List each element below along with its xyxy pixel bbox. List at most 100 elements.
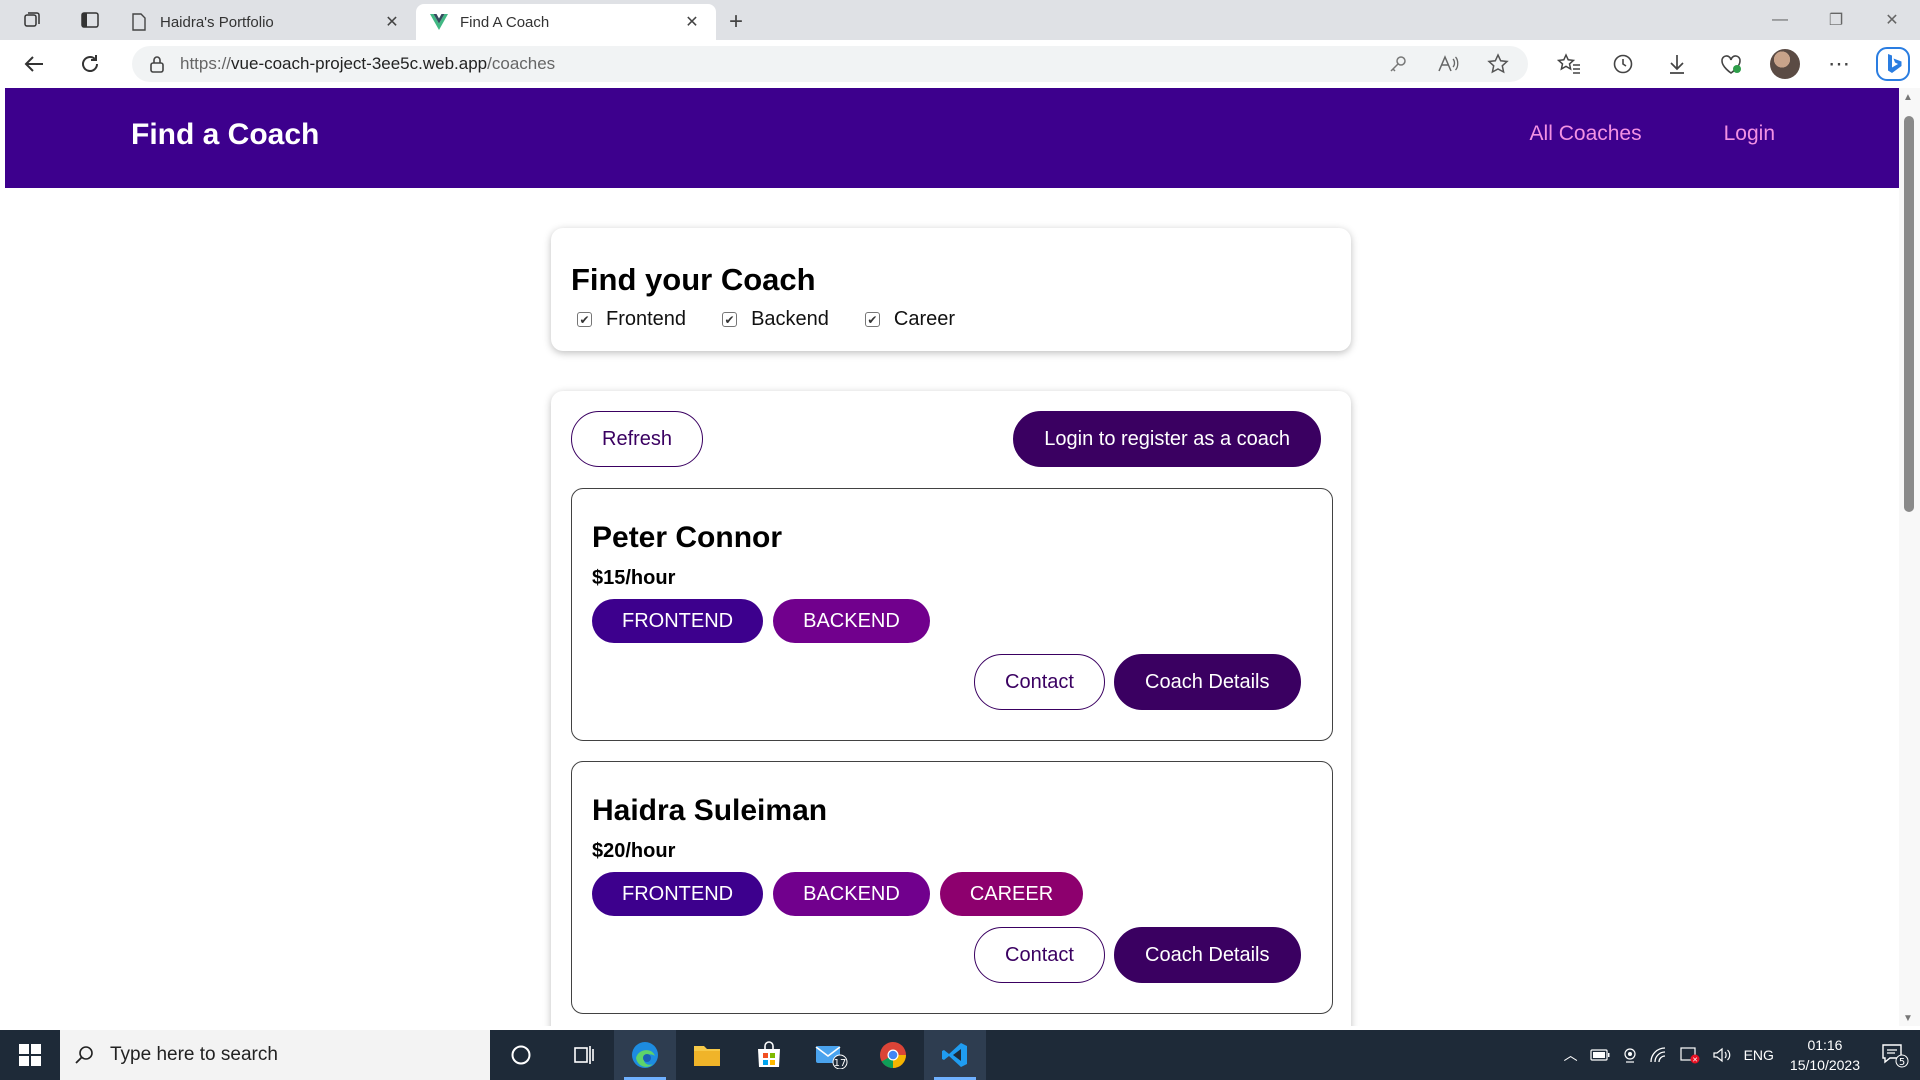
tab-title: Find A Coach [460,13,550,31]
area-badge-backend: BACKEND [773,599,930,643]
coach-details-button[interactable]: Coach Details [1114,654,1301,710]
clock-date: 15/10/2023 [1789,1057,1860,1073]
bing-copilot-icon[interactable] [1866,40,1920,88]
contact-button[interactable]: Contact [974,927,1105,983]
area-badge-career: CAREER [939,872,1084,916]
wifi-icon[interactable] [1644,1047,1674,1063]
nav-all-coaches[interactable]: All Coaches [1530,122,1642,146]
close-window-icon[interactable]: ✕ [1864,0,1920,40]
area-badge-frontend: FRONTEND [592,599,764,643]
microsoft-store-icon[interactable] [738,1030,800,1080]
minimize-icon[interactable]: — [1752,0,1808,40]
coach-rate: $20/hour [592,840,676,862]
close-tab-icon[interactable]: ✕ [682,12,702,32]
taskbar-search[interactable]: Type here to search [60,1030,490,1080]
coach-name: Haidra Suleiman [592,794,828,827]
windows-taskbar: Type here to search 17 ︿ ✕ ENG 01:16 15/… [0,1030,1920,1080]
webcam-icon[interactable] [1616,1047,1644,1063]
read-aloud-icon[interactable] [1432,55,1464,73]
filter-career[interactable]: ✔ Career [859,308,955,331]
browser-essentials-icon[interactable] [1704,40,1758,88]
coach-item: Peter Connor $15/hour FRONTEND BACKEND C… [571,488,1333,741]
coach-details-button[interactable]: Coach Details [1114,927,1301,983]
refresh-button[interactable]: Refresh [571,411,704,467]
page-viewport: Find a Coach All Coaches Login Find your… [5,88,1899,1026]
filter-label: Frontend [606,308,687,330]
clock-time: 01:16 [1807,1037,1843,1053]
battery-icon[interactable] [1584,1049,1616,1061]
restore-icon[interactable]: ❐ [1808,0,1864,40]
chrome-icon[interactable] [862,1030,924,1080]
edge-browser-icon[interactable] [614,1030,676,1080]
refresh-icon[interactable] [62,40,118,88]
scroll-down-icon[interactable]: ▼ [1903,1013,1913,1024]
back-arrow-icon[interactable] [6,40,62,88]
filter-options: ✔ Frontend ✔ Backend ✔ Career [571,308,1331,331]
system-tray: ︿ ✕ ENG 01:16 15/10/2023 5 [1558,1030,1920,1080]
filter-frontend[interactable]: ✔ Frontend [571,308,686,331]
notification-count: 5 [1899,1057,1905,1068]
new-tab-icon[interactable]: + [716,4,756,40]
task-view-icon[interactable] [552,1030,614,1080]
mail-icon[interactable]: 17 [800,1030,862,1080]
login-to-register-button[interactable]: Login to register as a coach [1013,411,1321,467]
nav-login[interactable]: Login [1724,122,1775,146]
more-menu-icon[interactable]: ⋯ [1812,40,1866,88]
filter-label: Backend [751,308,829,330]
url-bar[interactable]: https://vue-coach-project-3ee5c.web.app/… [132,46,1528,82]
svg-text:✕: ✕ [1692,1056,1698,1064]
tab-actions-icon[interactable] [64,0,116,40]
scrollbar-thumb[interactable] [1904,116,1914,512]
filter-heading: Find your Coach [571,262,816,297]
taskbar-clock[interactable]: 01:16 15/10/2023 [1780,1035,1870,1075]
downloads-icon[interactable] [1650,40,1704,88]
close-tab-icon[interactable]: ✕ [382,12,402,32]
key-icon[interactable] [1382,55,1414,73]
security-alert-icon[interactable]: ✕ [1674,1046,1706,1064]
filter-label: Career [893,308,956,330]
career-checkbox[interactable]: ✔ [864,312,880,327]
filter-backend[interactable]: ✔ Backend [716,308,829,331]
page-scrollbar[interactable]: ▲ ▼ [1899,88,1920,1026]
workspaces-icon[interactable] [0,0,64,40]
frontend-checkbox[interactable]: ✔ [577,312,592,327]
notification-center-icon[interactable]: 5 [1870,1030,1920,1080]
coach-name: Peter Connor [592,521,783,554]
page-icon [130,13,148,31]
coach-item: Haidra Suleiman $20/hour FRONTEND BACKEN… [571,761,1333,1014]
area-badge-frontend: FRONTEND [592,872,764,916]
file-explorer-icon[interactable] [676,1030,738,1080]
site-nav: All Coaches Login [1530,122,1775,146]
coach-rate: $15/hour [592,567,676,589]
scroll-up-icon[interactable]: ▲ [1903,92,1913,103]
coach-areas: FRONTEND BACKEND [592,599,930,643]
coach-areas: FRONTEND BACKEND CAREER [592,872,1084,916]
vscode-icon[interactable] [924,1030,986,1080]
favorites-icon[interactable] [1542,40,1596,88]
url-text: https://vue-coach-project-3ee5c.web.app/… [180,54,556,73]
contact-button[interactable]: Contact [974,654,1105,710]
mail-badge: 17 [834,1058,847,1069]
site-title-link[interactable]: Find a Coach [131,118,319,152]
profile-avatar[interactable] [1758,40,1812,88]
tab-portfolio[interactable]: Haidra's Portfolio ✕ [116,4,416,40]
backend-checkbox[interactable]: ✔ [722,312,738,327]
lock-icon[interactable] [146,53,168,75]
favorite-star-icon[interactable] [1482,53,1514,75]
coach-list-card: Refresh Login to register as a coach Pet… [551,391,1351,1026]
history-icon[interactable] [1596,40,1650,88]
coach-filter-card: Find your Coach ✔ Frontend ✔ Backend ✔ C… [551,228,1351,351]
search-placeholder: Type here to search [110,1044,278,1065]
browser-address-bar: https://vue-coach-project-3ee5c.web.app/… [0,40,1920,88]
windows-start-icon[interactable] [0,1030,60,1080]
site-header: Find a Coach All Coaches Login [5,88,1899,188]
tab-title: Haidra's Portfolio [160,13,274,31]
volume-icon[interactable] [1706,1047,1738,1063]
tab-find-a-coach[interactable]: Find A Coach ✕ [416,4,716,40]
browser-tab-bar: Haidra's Portfolio ✕ Find A Coach ✕ + — … [0,0,1920,40]
cortana-icon[interactable] [490,1030,552,1080]
vue-logo-icon [430,13,448,31]
search-icon [74,1045,94,1065]
language-indicator[interactable]: ENG [1738,1047,1780,1063]
show-hidden-icons[interactable]: ︿ [1558,1045,1584,1065]
